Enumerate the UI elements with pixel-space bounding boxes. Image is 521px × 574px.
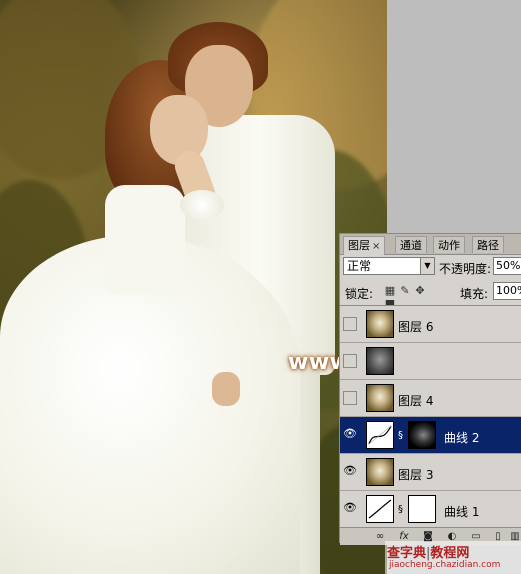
layer-mask-thumbnail[interactable]	[408, 421, 436, 449]
layer-name: 图层 6	[398, 320, 434, 334]
lock-transparency-icon[interactable]: ▦	[384, 285, 396, 297]
tab-channels[interactable]: 通道	[395, 236, 427, 253]
site-watermark-title: 查字典|教程网	[387, 542, 469, 561]
tab-layers[interactable]: 图层 ×	[343, 236, 386, 255]
tab-paths[interactable]: 路径	[472, 236, 504, 253]
layer-name: 曲线 2	[444, 431, 480, 445]
layer-list: 图层 6 图层 4 👁 § 曲线 2 👁 图层 3 👁 § 曲线 1	[340, 305, 521, 528]
layer-row[interactable]: 👁 § 曲线 1	[340, 491, 521, 528]
layers-panel: 图层 × 通道 动作 路径 正常 ▼ 不透明度: 50% 锁定: ▦ ✎ ✥■ 填充:…	[339, 233, 521, 545]
fill-input[interactable]: 100%	[493, 282, 521, 300]
panel-tabs: 图层 × 通道 动作 路径	[340, 234, 521, 255]
layer-row[interactable]	[340, 343, 521, 380]
tab-actions-label: 动作	[438, 239, 460, 252]
groom-hand	[212, 372, 240, 406]
layer-row[interactable]: 图层 6	[340, 306, 521, 343]
layer-name: 曲线 1	[444, 505, 480, 519]
site-watermark: 查字典|教程网 jiaocheng.chazidian.com	[385, 541, 521, 574]
lock-label: 锁定:	[345, 287, 374, 301]
wrist-corsage	[180, 190, 224, 220]
layer-thumbnail	[366, 347, 394, 375]
site-watermark-url: jiaocheng.chazidian.com	[389, 560, 501, 570]
layer-name: 图层 4	[398, 394, 434, 408]
visibility-toggle[interactable]	[343, 391, 357, 405]
opacity-input[interactable]: 50%	[493, 257, 521, 275]
layer-thumbnail	[366, 310, 394, 338]
link-icon: §	[398, 504, 403, 515]
layer-row-selected[interactable]: 👁 § 曲线 2	[340, 417, 521, 454]
close-icon[interactable]: ×	[372, 241, 380, 252]
curves-adjustment-icon	[366, 421, 394, 449]
layer-thumbnail	[366, 384, 394, 412]
photo-canvas: www.68ps.com	[0, 0, 387, 574]
lock-position-icon[interactable]: ✥	[414, 285, 426, 297]
eye-icon[interactable]: 👁	[343, 502, 357, 516]
tab-channels-label: 通道	[400, 239, 422, 252]
layer-mask-thumbnail[interactable]	[408, 495, 436, 523]
lock-pixels-icon[interactable]: ✎	[399, 285, 411, 297]
lock-options: ▦ ✎ ✥■	[384, 284, 442, 310]
eye-icon[interactable]: 👁	[343, 465, 357, 479]
tab-actions[interactable]: 动作	[433, 236, 465, 253]
curves-adjustment-icon	[366, 495, 394, 523]
chevron-down-icon[interactable]: ▼	[420, 257, 435, 275]
layer-row[interactable]: 👁 图层 3	[340, 454, 521, 491]
tab-layers-label: 图层	[348, 239, 370, 252]
layer-row[interactable]: 图层 4	[340, 380, 521, 417]
opacity-label: 不透明度:	[439, 262, 492, 276]
fill-label: 填充:	[460, 287, 489, 301]
eye-icon[interactable]: 👁	[343, 428, 357, 442]
layer-thumbnail	[366, 458, 394, 486]
bride-bodice	[105, 185, 185, 295]
link-icon: §	[398, 430, 403, 441]
layer-name: 图层 3	[398, 468, 434, 482]
visibility-toggle[interactable]	[343, 317, 357, 331]
tab-paths-label: 路径	[477, 239, 499, 252]
site-watermark-name2: 教程网	[430, 546, 470, 561]
site-watermark-name: 查字典	[387, 546, 427, 561]
visibility-toggle[interactable]	[343, 354, 357, 368]
